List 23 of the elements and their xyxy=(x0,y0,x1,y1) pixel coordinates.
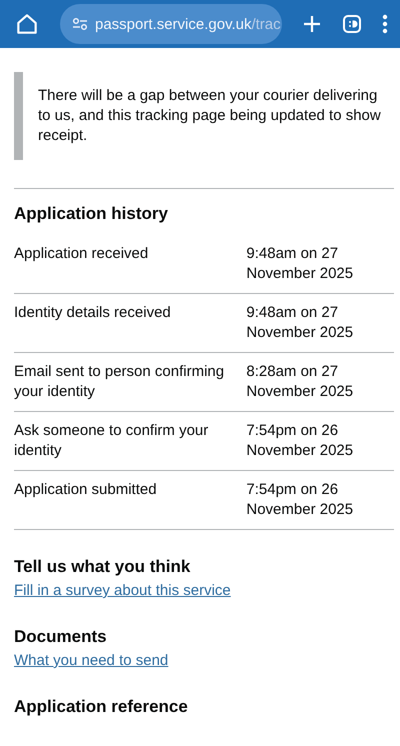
event-cell-text: Ask someone to confirm your identity xyxy=(14,421,210,460)
url-text: passport.service.gov.uk/trac xyxy=(95,16,281,32)
time-cell-text: 8:28am on 27 November 2025 xyxy=(246,362,354,402)
event-cell-text: Identity details received xyxy=(14,303,172,323)
menu-icon[interactable] xyxy=(382,14,388,34)
site-settings-icon[interactable] xyxy=(72,17,88,31)
time-cell-text: 7:54pm on 26 November 2025 xyxy=(246,480,354,520)
time-cell-text: 7:54pm on 26 November 2025 xyxy=(246,421,354,460)
section-heading: Application reference xyxy=(14,696,189,718)
event-cell-text: Email sent to person confirming your identity xyxy=(14,362,226,402)
event-cell-text: Application received xyxy=(14,244,150,264)
time-cell-text: 9:48am on 27 November 2025 xyxy=(246,244,354,284)
inset-text: There will be a gap between your courier delivering to us, and this tracking page being updated to show receipt. xyxy=(38,86,382,146)
tab-switcher-icon[interactable] xyxy=(342,14,362,34)
event-cell-text: Application submitted xyxy=(14,480,158,500)
link[interactable]: Fill in a survey about this service xyxy=(14,582,231,599)
section-heading: Tell us what you think xyxy=(14,556,192,578)
address-bar[interactable]: passport.service.gov.uk/trac xyxy=(60,4,282,44)
section-heading: Documents xyxy=(14,626,108,648)
section-heading: Application history xyxy=(14,203,169,225)
link[interactable]: What you need to send xyxy=(14,652,168,669)
time-cell-text: 9:48am on 27 November 2025 xyxy=(246,303,354,342)
new-tab-icon[interactable] xyxy=(302,14,322,34)
